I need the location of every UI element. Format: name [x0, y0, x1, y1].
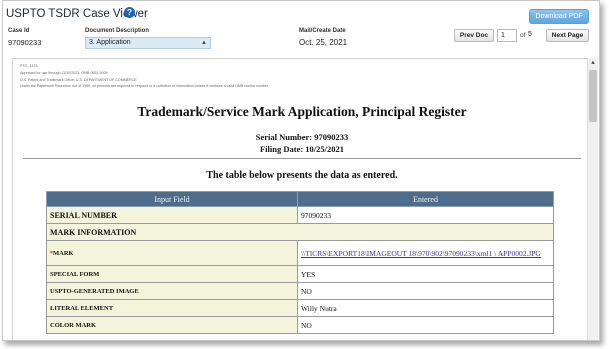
field-value: NO — [297, 282, 554, 300]
divider — [23, 158, 581, 159]
fine-print-line: Under the Paperwork Reduction Act of 199… — [20, 84, 269, 88]
fine-print-line: U.S. Patent and Trademark Office; U.S. D… — [20, 78, 137, 82]
document-description-select[interactable]: 3. Application ▲︎ — [85, 37, 211, 49]
document-title: Trademark/Service Mark Application, Prin… — [137, 104, 467, 119]
prev-doc-button[interactable]: Prev Doc — [454, 29, 494, 42]
field-name: LITERAL ELEMENT — [46, 299, 298, 317]
fine-print-line: PTO- 1478 — [20, 64, 38, 68]
scroll-thumb[interactable] — [589, 70, 597, 122]
page-of-label: of — [520, 32, 526, 39]
field-name: MARK — [53, 249, 74, 257]
mark-image-link[interactable]: \\TICRS\EXPORT18\IMAGEOUT 18\970\902\970… — [301, 249, 541, 258]
field-name: SERIAL NUMBER — [46, 206, 298, 224]
scroll-up-arrow-icon[interactable]: ▲︎ — [588, 58, 598, 68]
table-row: MARK INFORMATION — [46, 223, 554, 241]
table-row: USPTO-GENERATED IMAGE NO — [46, 282, 554, 300]
filing-date-line: Filing Date: 10/25/2021 — [259, 144, 345, 154]
next-page-button[interactable]: Next Page — [546, 29, 589, 42]
chevron-down-icon: ▲︎ — [201, 40, 207, 46]
table-intro-text: The table below presents the data as ent… — [206, 170, 398, 181]
viewer-header: USPTO TSDR Case Viewer ? Download PDF Ca… — [3, 1, 599, 55]
fine-print-line: Approved for use through 11/30/2023. OMB… — [20, 71, 108, 75]
table-row: LITERAL ELEMENT Willy Nutra — [46, 299, 554, 317]
document-description-label: Document Description — [85, 28, 150, 34]
table-row: SPECIAL FORM YES — [46, 265, 554, 283]
mail-create-date-label: Mail/Create Date — [299, 28, 346, 34]
page-number-input[interactable]: 1 — [497, 29, 517, 42]
application-data-table: Input Field Entered SERIAL NUMBER 970902… — [46, 191, 554, 334]
table-header-row: Input Field Entered — [46, 191, 554, 207]
case-id-label: Case Id — [8, 28, 30, 34]
serial-number-line: Serial Number: 97090233 — [255, 132, 349, 142]
case-viewer-window: USPTO TSDR Case Viewer ? Download PDF Ca… — [2, 0, 600, 341]
field-name: SPECIAL FORM — [46, 265, 298, 283]
download-pdf-button[interactable]: Download PDF — [529, 9, 589, 24]
field-value-cell: \\TICRS\EXPORT18\IMAGEOUT 18\970\902\970… — [297, 240, 554, 266]
case-id-value: 97090233 — [8, 38, 42, 47]
mail-create-date-value: Oct. 25, 2021 — [299, 38, 348, 47]
document-viewer: PTO- 1478 Approved for use through 11/30… — [12, 58, 590, 340]
table-row: COLOR MARK NO — [46, 316, 554, 334]
field-value: YES — [297, 265, 554, 283]
field-value: 97090233 — [297, 206, 554, 224]
entered-header: Entered — [297, 191, 554, 207]
input-field-header: Input Field — [46, 191, 298, 207]
field-name: USPTO-GENERATED IMAGE — [46, 282, 298, 300]
section-heading: MARK INFORMATION — [46, 223, 554, 241]
table-row: SERIAL NUMBER 97090233 — [46, 206, 554, 224]
page-total: 5 — [528, 31, 532, 38]
field-name-cell: *MARK — [46, 240, 298, 266]
document-description-value: 3. Application — [89, 39, 131, 46]
field-value: NO — [297, 316, 554, 334]
field-value: Willy Nutra — [297, 299, 554, 317]
help-icon[interactable]: ? — [124, 7, 135, 18]
field-name: COLOR MARK — [46, 316, 298, 334]
table-row: *MARK \\TICRS\EXPORT18\IMAGEOUT 18\970\9… — [46, 240, 554, 266]
document-scrollbar[interactable]: ▲︎ — [587, 58, 598, 340]
